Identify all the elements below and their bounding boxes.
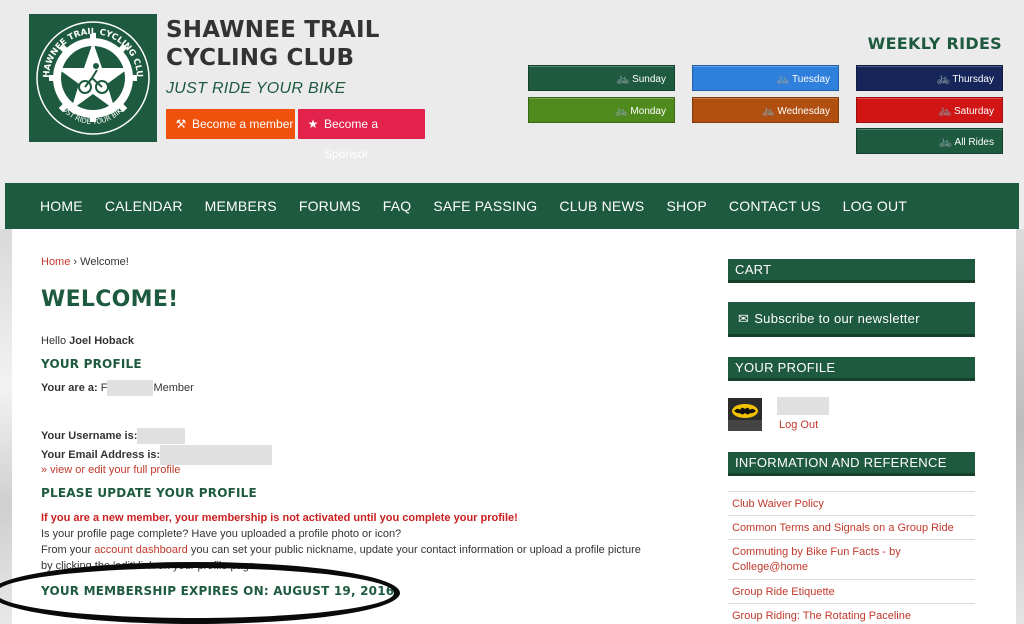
ride-label: Thursday xyxy=(952,74,994,85)
breadcrumb-current: Welcome! xyxy=(80,256,129,268)
highlight-oval-annotation xyxy=(0,562,400,624)
ride-label: All Rides xyxy=(954,137,994,148)
site-header: SHAWNEE TRAIL CYCLING CLUB JUST RIDE YOU… xyxy=(0,0,1024,183)
divider xyxy=(728,491,975,492)
page-title: WELCOME! xyxy=(41,287,179,312)
nav-item-log-out[interactable]: LOG OUT xyxy=(843,198,907,214)
your-profile-heading: YOUR PROFILE xyxy=(41,357,142,371)
information-reference-heading: INFORMATION AND REFERENCE xyxy=(728,452,975,476)
nav-item-shop[interactable]: SHOP xyxy=(666,198,706,214)
ride-button-wednesday[interactable]: 🚲 Wednesday xyxy=(692,97,839,123)
username-row: Your Username is: xyxy=(41,428,186,445)
activation-warning: If you are a new member, your membership… xyxy=(41,512,518,524)
instructions-suffix: you can set your public nickname, update… xyxy=(190,544,641,556)
greeting-prefix: Hello xyxy=(41,335,67,347)
ride-button-all-rides[interactable]: 🚲 All Rides xyxy=(856,128,1003,154)
membership-type-suffix: Member xyxy=(153,382,194,394)
page-background-right xyxy=(1016,229,1024,624)
ride-button-sunday[interactable]: 🚲 Sunday xyxy=(528,65,675,91)
ride-label: Tuesday xyxy=(792,74,830,85)
instructions-prefix: From your xyxy=(41,544,92,556)
sidebar-link-group-ride-etiquette[interactable]: Group Ride Etiquette xyxy=(732,585,974,600)
weekly-rides-title: WEEKLY RIDES xyxy=(867,34,1002,53)
logo-star-gear-icon: SHAWNEE TRAIL CYCLING CLUB JUST RIDE YOU… xyxy=(29,14,150,135)
edit-profile-link[interactable]: » view or edit your full profile xyxy=(41,464,180,476)
breadcrumb-home-link[interactable]: Home xyxy=(41,256,70,268)
nav-item-contact-us[interactable]: CONTACT US xyxy=(729,198,821,214)
divider xyxy=(728,579,975,580)
update-profile-heading: PLEASE UPDATE YOUR PROFILE xyxy=(41,486,257,500)
sidebar-link-commuting-facts[interactable]: Commuting by Bike Fun Facts - by College… xyxy=(732,545,974,575)
nav-item-home[interactable]: HOME xyxy=(40,198,83,214)
ride-label: Saturday xyxy=(953,106,994,117)
your-profile-widget-heading: YOUR PROFILE xyxy=(728,357,975,381)
become-sponsor-button[interactable]: ★ Become a Sponsor xyxy=(298,109,425,161)
bicycle-icon: 🚲 xyxy=(614,105,629,117)
site-tagline: JUST RIDE YOUR BIKE xyxy=(166,80,346,97)
become-member-button[interactable]: ⚒ Become a member xyxy=(166,109,295,139)
cart-widget-heading[interactable]: CART xyxy=(728,259,975,283)
bicycle-icon: 🚲 xyxy=(761,105,776,117)
divider xyxy=(728,539,975,540)
edit-profile-row: » view or edit your full profile xyxy=(41,462,180,478)
site-title[interactable]: SHAWNEE TRAIL CYCLING CLUB xyxy=(166,16,496,72)
divider xyxy=(728,603,975,604)
profile-question: Is your profile page complete? Have you … xyxy=(41,528,402,540)
bicycle-icon: 🚲 xyxy=(616,73,631,85)
redacted-membership-type xyxy=(107,380,154,397)
newsletter-label: Subscribe to our newsletter xyxy=(754,311,920,326)
redacted-username xyxy=(137,428,186,445)
ride-label: Monday xyxy=(630,106,666,117)
account-dashboard-link[interactable]: account dashboard xyxy=(94,544,188,556)
membership-type-label: Your are a: xyxy=(41,382,98,394)
avatar[interactable] xyxy=(728,398,762,431)
nav-item-calendar[interactable]: CALENDAR xyxy=(105,198,183,214)
sidebar-log-out-link[interactable]: Log Out xyxy=(779,419,818,431)
nav-item-faq[interactable]: FAQ xyxy=(383,198,412,214)
bicycle-icon: 🚲 xyxy=(938,136,953,148)
batman-avatar-icon xyxy=(728,398,762,431)
become-member-label: Become a member xyxy=(192,117,294,131)
divider xyxy=(728,515,975,516)
bag-icon: ⚒ xyxy=(175,117,187,131)
main-nav: HOME CALENDAR MEMBERS FORUMS FAQ SAFE PA… xyxy=(5,183,1019,229)
nav-item-club-news[interactable]: CLUB NEWS xyxy=(559,198,644,214)
sidebar-link-rotating-paceline[interactable]: Group Riding: The Rotating Paceline xyxy=(732,609,974,624)
sidebar-link-group-ride-terms[interactable]: Common Terms and Signals on a Group Ride xyxy=(732,521,974,536)
membership-type-row: Your are a: F Member xyxy=(41,380,194,397)
ride-button-saturday[interactable]: 🚲 Saturday xyxy=(856,97,1003,123)
dashboard-instructions: From your account dashboard you can set … xyxy=(41,542,681,558)
club-logo[interactable]: SHAWNEE TRAIL CYCLING CLUB JUST RIDE YOU… xyxy=(29,14,157,142)
nav-item-forums[interactable]: FORUMS xyxy=(299,198,361,214)
breadcrumb: Home › Welcome! xyxy=(41,256,129,268)
nav-item-safe-passing[interactable]: SAFE PASSING xyxy=(433,198,537,214)
newsletter-subscribe-button[interactable]: ✉ Subscribe to our newsletter xyxy=(728,302,975,337)
breadcrumb-separator: › xyxy=(73,256,78,268)
redacted-profile-name xyxy=(777,397,829,415)
sidebar-link-club-waiver[interactable]: Club Waiver Policy xyxy=(732,497,974,512)
ride-label: Wednesday xyxy=(777,106,830,117)
bicycle-icon: 🚲 xyxy=(776,73,791,85)
star-icon: ★ xyxy=(307,117,319,131)
ride-button-thursday[interactable]: 🚲 Thursday xyxy=(856,65,1003,91)
membership-type-prefix: F xyxy=(100,382,108,394)
nav-item-members[interactable]: MEMBERS xyxy=(205,198,277,214)
become-sponsor-label: Become a Sponsor xyxy=(324,117,379,161)
ride-label: Sunday xyxy=(632,74,666,85)
greeting: Hello Joel Hoback xyxy=(41,333,134,349)
page-background-left xyxy=(0,229,12,624)
ride-button-monday[interactable]: 🚲 Monday xyxy=(528,97,675,123)
email-label: Your Email Address is: xyxy=(41,448,161,461)
bicycle-icon: 🚲 xyxy=(938,105,952,117)
envelope-icon: ✉ xyxy=(738,311,750,326)
bicycle-icon: 🚲 xyxy=(936,73,951,85)
user-name: Joel Hoback xyxy=(69,335,134,347)
username-label: Your Username is: xyxy=(41,430,138,442)
ride-button-tuesday[interactable]: 🚲 Tuesday xyxy=(692,65,839,91)
